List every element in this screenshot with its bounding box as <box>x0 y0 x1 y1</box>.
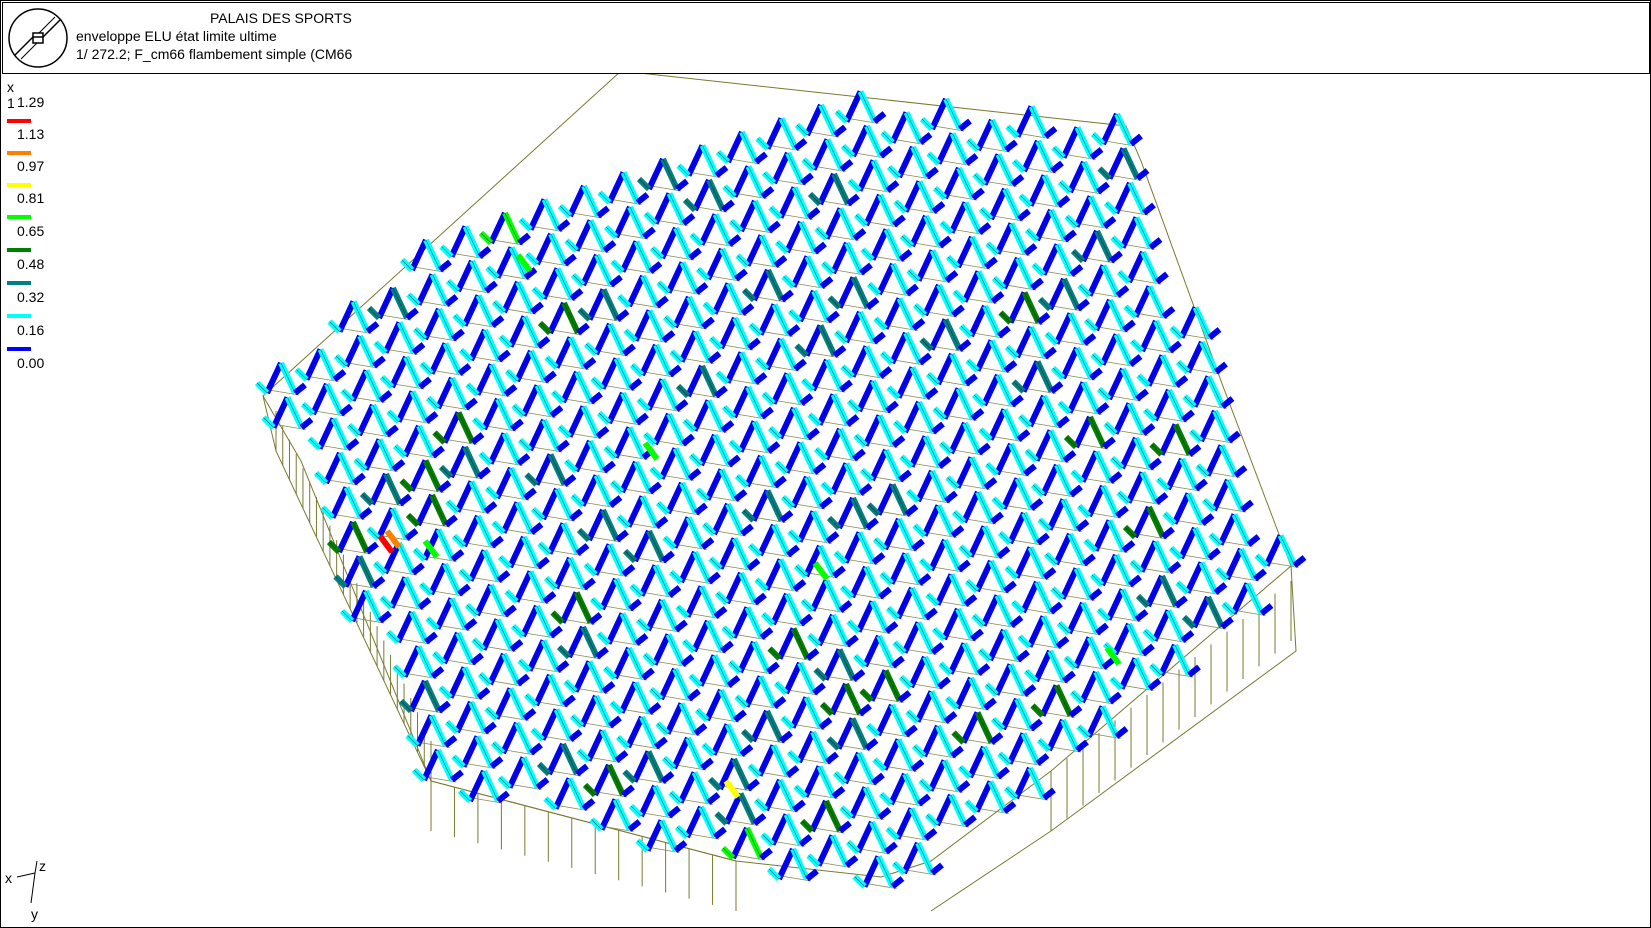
project-title: PALAIS DES SPORTS <box>210 10 352 26</box>
axis-label-x: x <box>5 870 12 886</box>
structure-3d-view[interactable] <box>1 74 1649 926</box>
title-block: PALAIS DES SPORTS enveloppe ELU état lim… <box>2 2 1650 74</box>
software-logo-icon <box>8 8 68 68</box>
space-truss-members <box>254 90 1307 889</box>
axis-label-y: y <box>31 906 38 922</box>
load-case-label: enveloppe ELU état limite ultime <box>76 28 277 44</box>
app-window: PALAIS DES SPORTS enveloppe ELU état lim… <box>0 0 1651 928</box>
check-type-label: 1/ 272.2; F_cm66 flambement simple (CM66 <box>76 46 353 62</box>
critical-member <box>723 779 741 799</box>
axis-label-z: z <box>39 858 46 874</box>
critical-member <box>812 561 830 581</box>
axis-triad-icon: x z y <box>5 858 46 922</box>
